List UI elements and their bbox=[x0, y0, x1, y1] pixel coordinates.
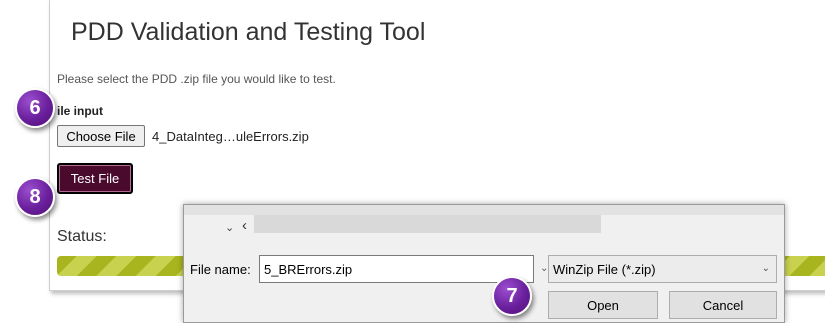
page-title: PDD Validation and Testing Tool bbox=[71, 18, 426, 46]
status-label: Status: bbox=[57, 228, 107, 245]
file-open-dialog: ⌄ ‹ File name: ⌄ WinZip File (*.zip) ⌄ O… bbox=[183, 204, 785, 323]
step-badge-6: 6 bbox=[15, 88, 55, 128]
open-button[interactable]: Open bbox=[548, 291, 658, 319]
cancel-button[interactable]: Cancel bbox=[669, 291, 777, 319]
chosen-file-name: 4_DataInteg…uleErrors.zip bbox=[152, 129, 309, 144]
filename-input[interactable] bbox=[259, 255, 534, 283]
chevron-down-icon[interactable]: ⌄ bbox=[225, 221, 234, 234]
chevron-left-icon[interactable]: ‹ bbox=[242, 217, 247, 234]
test-file-button[interactable]: Test File bbox=[57, 163, 133, 194]
file-input-label: ile input bbox=[57, 104, 103, 118]
address-bar[interactable] bbox=[254, 215, 601, 233]
chevron-down-icon: ⌄ bbox=[761, 263, 770, 274]
filetype-select[interactable]: WinZip File (*.zip) ⌄ bbox=[548, 255, 777, 283]
choose-file-button[interactable]: Choose File bbox=[57, 125, 145, 147]
step-badge-8: 8 bbox=[15, 177, 55, 217]
filename-label: File name: bbox=[190, 262, 251, 277]
step-badge-7: 7 bbox=[492, 276, 532, 316]
filetype-value: WinZip File (*.zip) bbox=[553, 262, 656, 277]
dialog-top-bar bbox=[184, 205, 784, 215]
instruction-text: Please select the PDD .zip file you woul… bbox=[57, 72, 336, 86]
